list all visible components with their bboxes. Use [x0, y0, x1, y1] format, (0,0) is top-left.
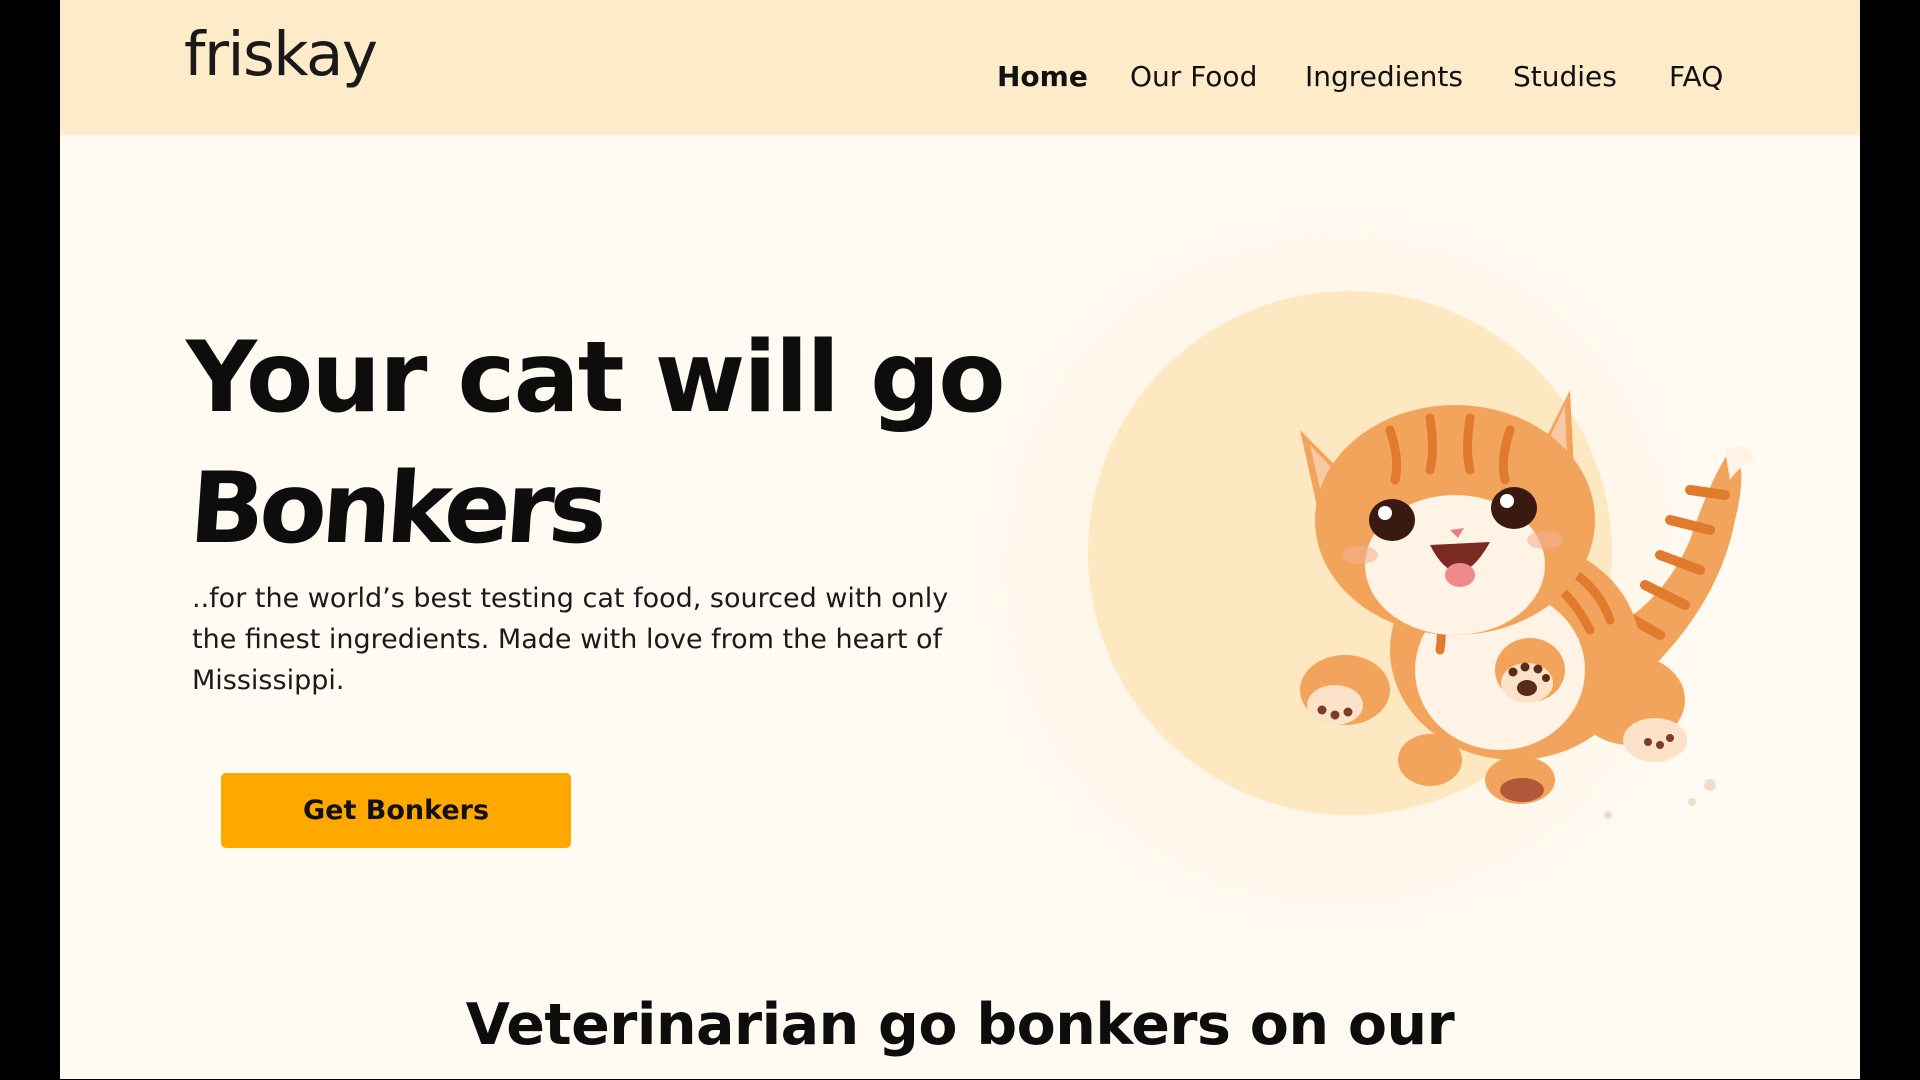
- jumping-kitten-illustration: [1300, 390, 1755, 819]
- nav-item-faq[interactable]: FAQ: [1669, 60, 1723, 94]
- get-bonkers-button[interactable]: Get Bonkers: [221, 773, 571, 848]
- hero-description: ..for the world’s best testing cat food,…: [192, 583, 949, 696]
- page: friskay Home Our Food Ingredients Studie…: [60, 0, 1860, 1079]
- main-nav: Home Our Food Ingredients Studies FAQ: [60, 60, 1860, 100]
- nav-item-ingredients[interactable]: Ingredients: [1305, 60, 1463, 94]
- hero-accent-word: Bonkers: [186, 452, 607, 566]
- nav-item-studies[interactable]: Studies: [1513, 60, 1617, 94]
- section-title: Veterinarian go bonkers on our: [465, 992, 1455, 1058]
- hero-title: Your cat will go: [186, 321, 1006, 435]
- site-header: friskay Home Our Food Ingredients Studie…: [60, 0, 1860, 135]
- nav-item-our-food[interactable]: Our Food: [1130, 60, 1257, 94]
- nav-item-home[interactable]: Home: [997, 60, 1088, 94]
